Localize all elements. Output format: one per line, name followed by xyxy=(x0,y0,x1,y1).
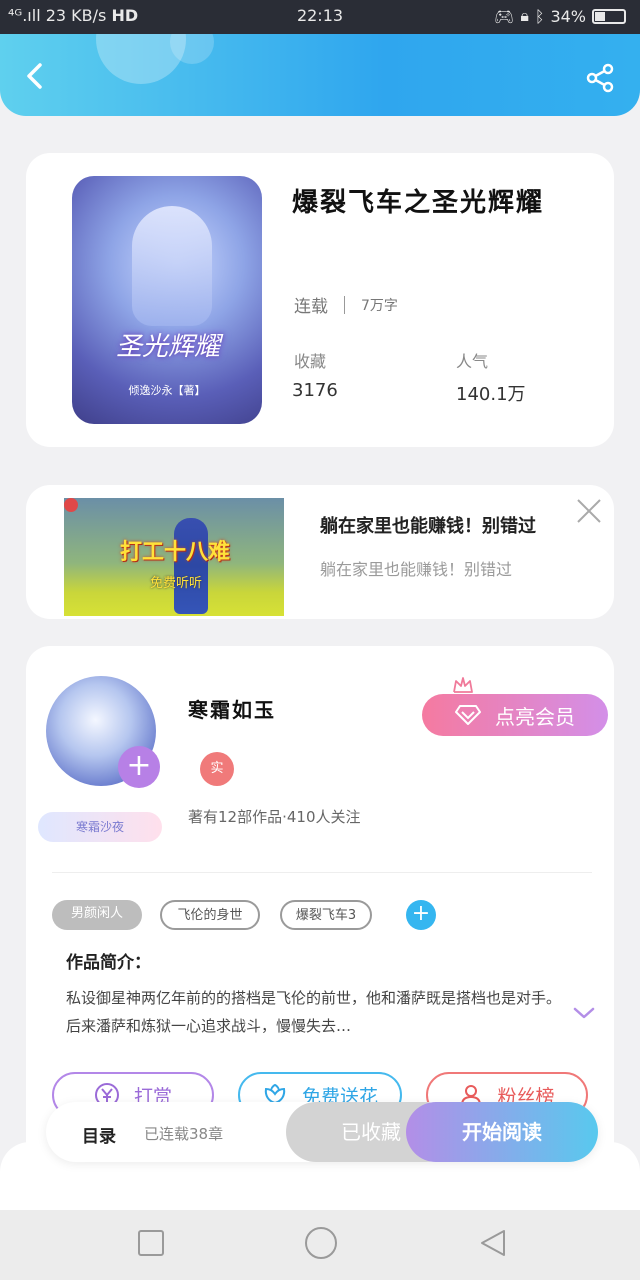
book-meta: 连载 7万字 xyxy=(294,292,398,317)
chevron-down-icon[interactable] xyxy=(572,1004,596,1022)
signal-icon: ⁴ᴳ.ıll xyxy=(8,6,41,25)
battery-icon xyxy=(592,8,626,24)
ad-subtitle: 躺在家里也能赚钱！别错过 xyxy=(320,560,513,579)
recent-apps-icon[interactable] xyxy=(136,1228,166,1258)
network-speed: 23 KB/s xyxy=(45,6,107,25)
divider xyxy=(52,872,592,873)
start-reading-button[interactable]: 开始阅读 xyxy=(406,1102,598,1162)
author-info: 著有12部作品·410人关注 xyxy=(188,808,361,826)
status-bar: 22:13 ⁴ᴳ.ıll 23 KB/s HD 🎮︎ 🔒︎ ᛒ 34% xyxy=(0,0,640,34)
ad-image-title: 打工十八难 xyxy=(120,540,231,565)
intro-heading: 作品简介： xyxy=(66,953,151,973)
ad-title: 躺在家里也能赚钱！别错过 xyxy=(320,516,536,537)
ad-tag-icon xyxy=(64,498,78,512)
home-icon[interactable] xyxy=(304,1226,338,1260)
close-icon[interactable] xyxy=(574,496,604,526)
share-icon[interactable] xyxy=(584,62,616,94)
vip-button-label: 点亮会员 xyxy=(495,704,575,729)
book-cover[interactable]: 圣光辉耀 倾逸沙永【著】 xyxy=(72,176,262,424)
author-name[interactable]: 寒霜如玉 xyxy=(188,694,276,723)
verified-badge: 实 xyxy=(200,752,234,786)
cover-title: 圣光辉耀 xyxy=(115,332,220,362)
status-right: 🎮︎ 🔒︎ ᛒ 34% xyxy=(494,6,626,26)
gamepad-icon: 🎮︎ xyxy=(494,6,515,26)
intro-text: 私设御星神两亿年前的的搭档是飞伦的前世，他和潘萨既是搭档也是对手。后来潘萨和炼狱… xyxy=(66,989,562,1035)
vip-button[interactable]: 点亮会员 xyxy=(422,694,608,736)
author-badge: 寒霜沙夜 xyxy=(38,812,162,842)
tag-1[interactable]: 男颜闲人 xyxy=(52,900,142,930)
chapter-count[interactable]: 已连载38章 xyxy=(144,1123,223,1144)
ad-image[interactable]: 打工十八难 免费听听 xyxy=(64,498,284,616)
collect-label: 收藏 xyxy=(294,352,327,371)
meta-separator xyxy=(344,295,345,314)
tag-2[interactable]: 飞伦的身世 xyxy=(160,900,260,930)
add-tag-icon[interactable]: + xyxy=(406,900,436,930)
book-status: 连载 xyxy=(294,297,328,317)
battery-percent: 34% xyxy=(550,6,586,26)
word-count: 7万字 xyxy=(361,297,398,314)
crown-icon xyxy=(453,677,473,693)
popularity-label: 人气 xyxy=(456,352,489,371)
hd-call-icon: HD xyxy=(111,6,139,25)
follow-plus-icon[interactable]: + xyxy=(118,746,160,788)
book-title: 爆裂飞车之圣光辉耀 xyxy=(292,188,545,218)
cover-illustration xyxy=(132,206,212,326)
diamond-icon xyxy=(455,705,481,725)
cover-author: 倾逸沙永【著】 xyxy=(128,384,206,397)
collect-value: 3176 xyxy=(292,380,338,401)
back-icon[interactable] xyxy=(22,62,50,90)
ad-figure xyxy=(174,518,208,614)
back-nav-icon[interactable] xyxy=(478,1228,508,1258)
lock-rotation-icon: 🔒︎ xyxy=(520,6,529,25)
tag-3[interactable]: 爆裂飞车3 xyxy=(280,900,372,930)
header-bar xyxy=(0,34,640,116)
ad-image-sub: 免费听听 xyxy=(150,576,203,591)
catalog-button[interactable]: 目录 xyxy=(82,1122,116,1147)
popularity-value: 140.1万 xyxy=(456,384,526,405)
status-network: ⁴ᴳ.ıll 23 KB/s HD xyxy=(8,6,138,25)
bluetooth-icon: ᛒ xyxy=(534,6,545,26)
